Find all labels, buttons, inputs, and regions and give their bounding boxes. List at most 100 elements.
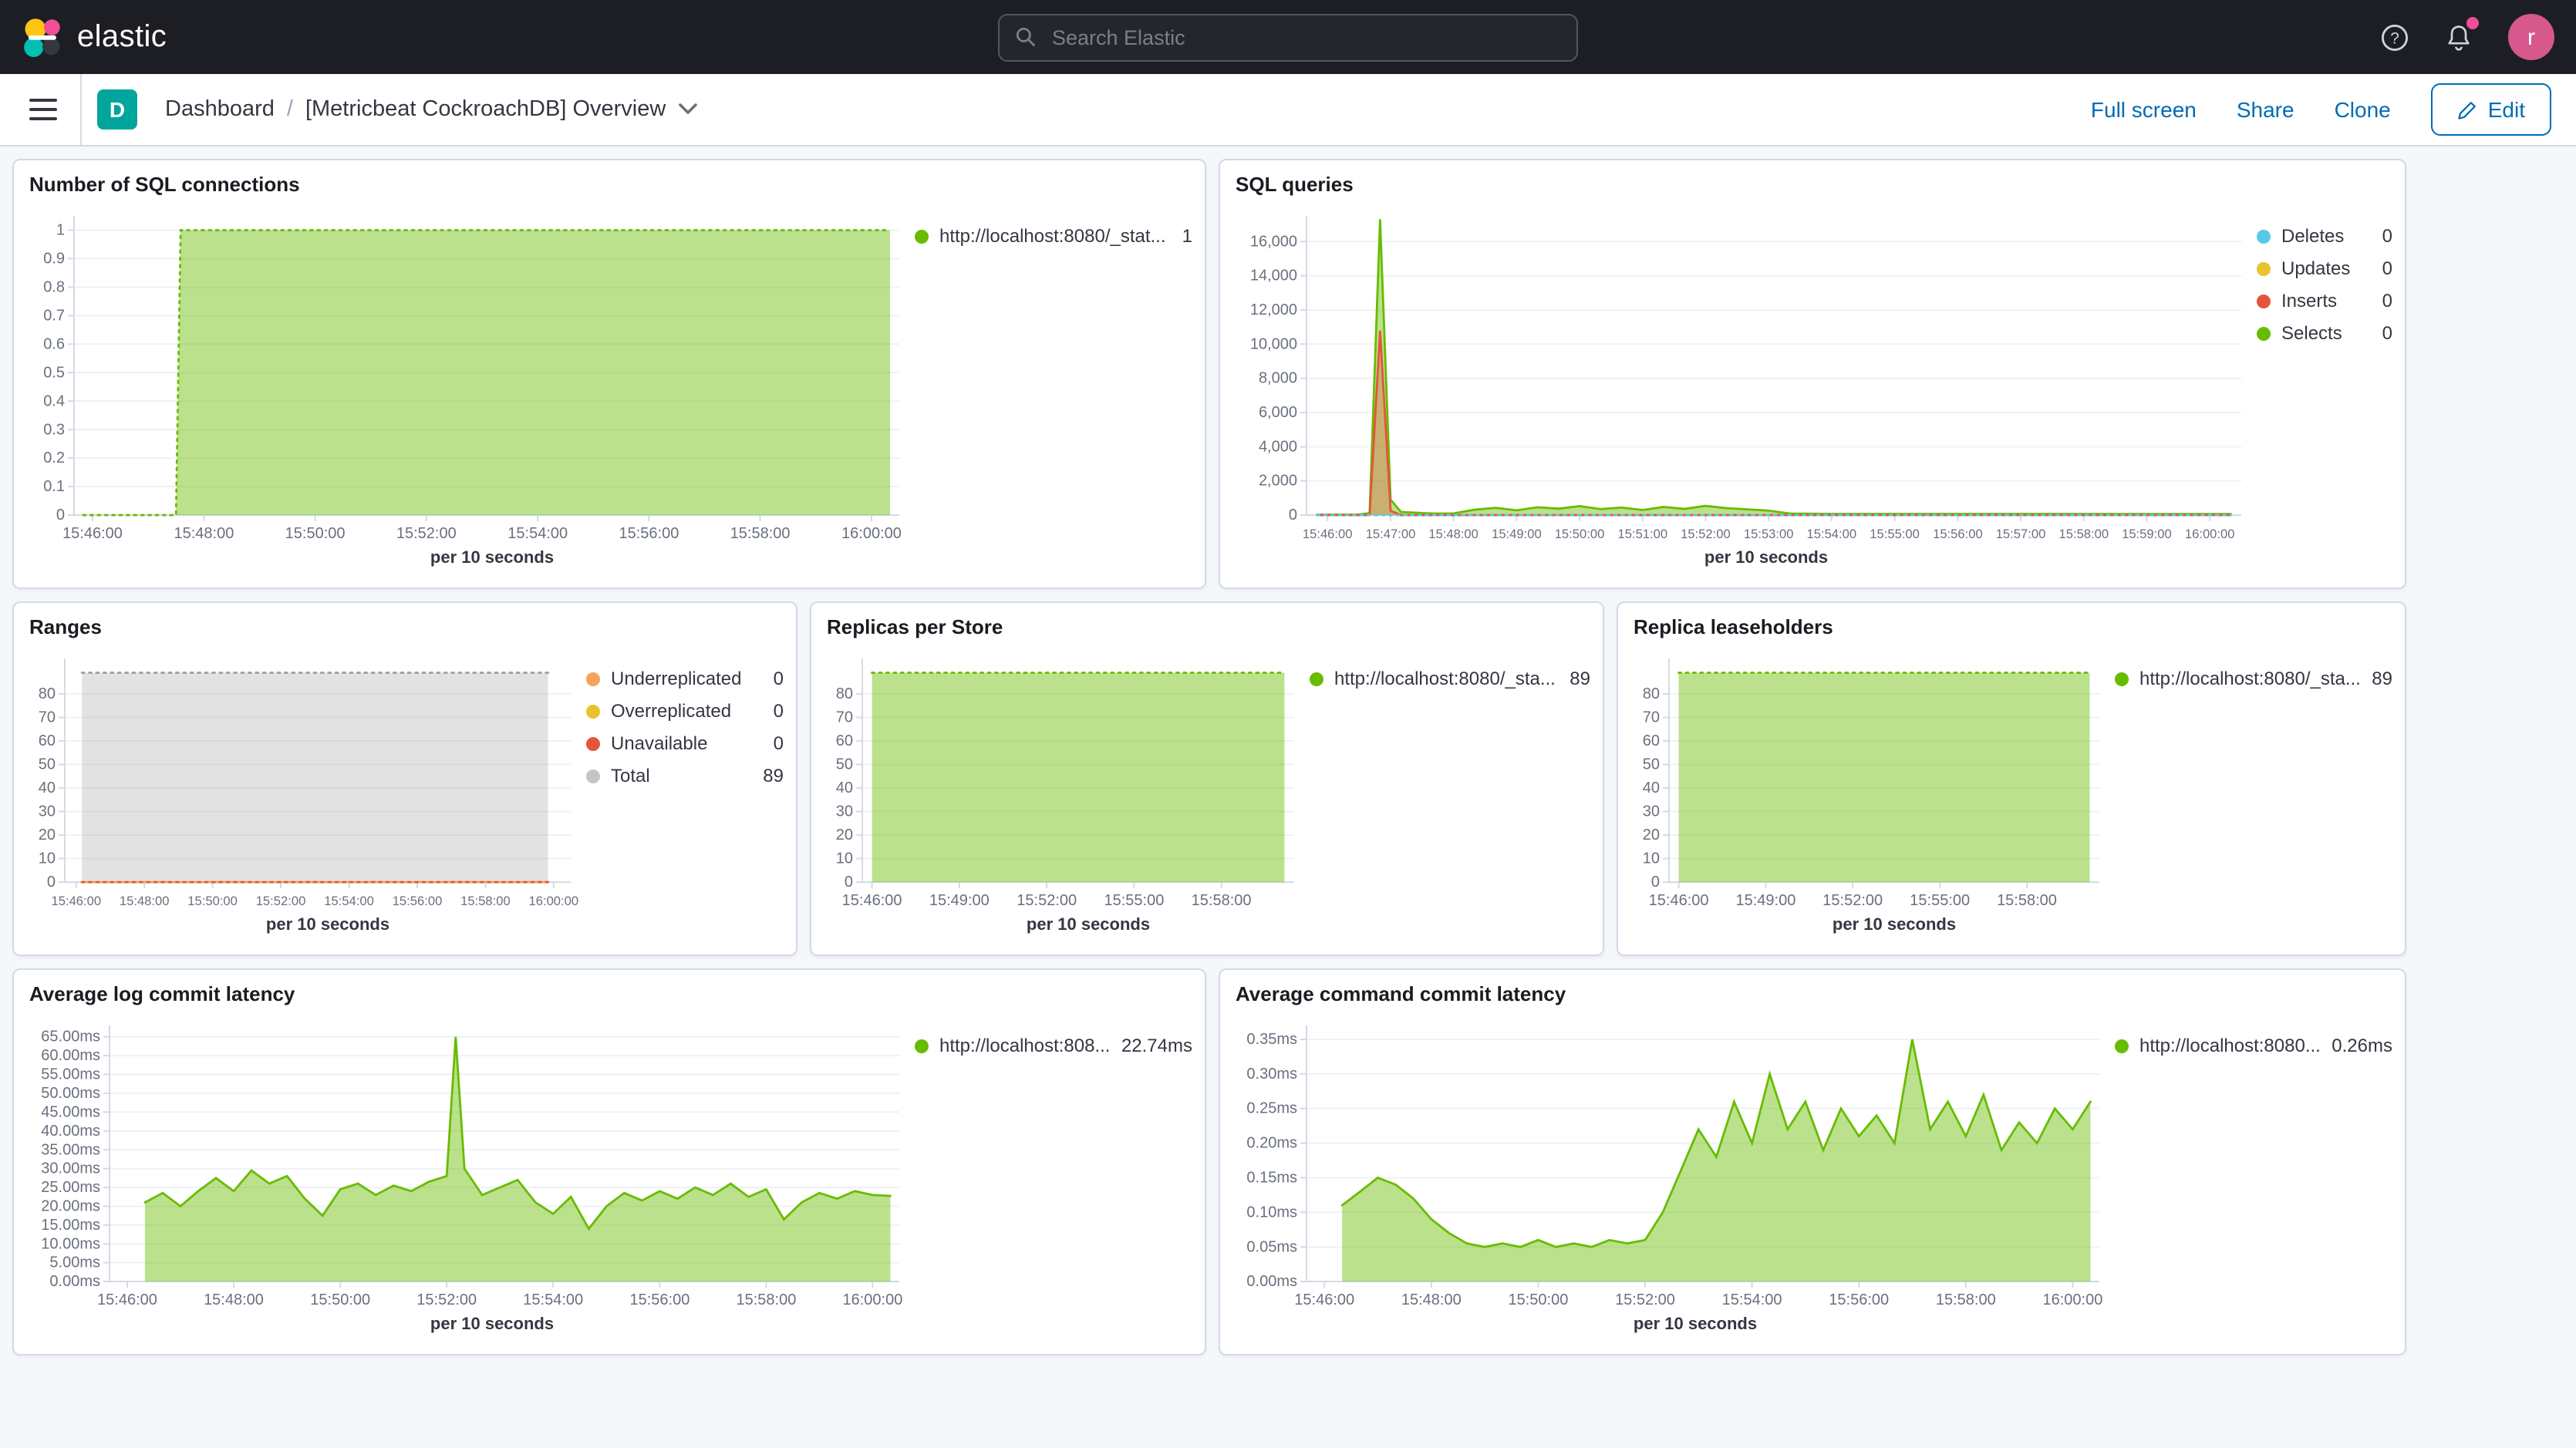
ranges-area-chart[interactable]: 0102030405060708015:46:0015:48:0015:50:0…: [29, 646, 586, 916]
legend-item[interactable]: Inserts0: [2257, 287, 2392, 315]
svg-text:20: 20: [39, 827, 56, 844]
legend-item[interactable]: Updates0: [2257, 254, 2392, 282]
svg-text:0.30ms: 0.30ms: [1246, 1066, 1297, 1083]
svg-text:15:52:00: 15:52:00: [256, 894, 306, 908]
legend-item[interactable]: Total89: [586, 762, 784, 790]
sql-connections-area-chart[interactable]: 00.10.20.30.40.50.60.70.80.9115:46:0015:…: [29, 204, 915, 549]
chart-legend: http://localhost:8080/_sta...89: [1310, 646, 1590, 942]
global-search[interactable]: [998, 13, 1578, 61]
svg-text:1: 1: [56, 221, 65, 238]
page-title[interactable]: [Metricbeat CockroachDB] Overview: [305, 97, 666, 122]
panel-title[interactable]: Replicas per Store: [827, 615, 1590, 646]
svg-text:16:00:00: 16:00:00: [842, 1291, 902, 1308]
global-header: elastic ? r: [0, 0, 2576, 74]
search-input[interactable]: [1049, 24, 1561, 50]
main-menu-button[interactable]: [15, 74, 82, 145]
panel-title[interactable]: Average command commit latency: [1236, 982, 2392, 1013]
svg-text:15:47:00: 15:47:00: [1366, 527, 1416, 541]
svg-text:0: 0: [1289, 507, 1297, 524]
legend-item[interactable]: http://localhost:8080/_stat...1: [915, 222, 1192, 250]
x-axis-label: per 10 seconds: [1236, 1315, 2115, 1342]
svg-text:15:46:00: 15:46:00: [52, 894, 102, 908]
svg-text:15:56:00: 15:56:00: [619, 525, 679, 542]
replicas-per-store-area-chart[interactable]: 0102030405060708015:46:0015:49:0015:52:0…: [827, 646, 1310, 916]
legend-value: 89: [1570, 668, 1590, 689]
x-axis-label: per 10 seconds: [29, 1315, 915, 1342]
svg-text:40: 40: [1643, 780, 1660, 796]
svg-text:15:54:00: 15:54:00: [1807, 527, 1857, 541]
elastic-brand[interactable]: elastic: [22, 16, 167, 58]
sql-queries-area-chart[interactable]: 02,0004,0006,0008,00010,00012,00014,0001…: [1236, 204, 2257, 549]
legend-item[interactable]: Selects0: [2257, 319, 2392, 347]
svg-text:15:48:00: 15:48:00: [1401, 1291, 1462, 1308]
svg-text:15:46:00: 15:46:00: [842, 892, 902, 909]
svg-text:60: 60: [39, 732, 56, 749]
legend-item[interactable]: Underreplicated0: [586, 665, 784, 692]
svg-text:12,000: 12,000: [1250, 301, 1297, 318]
svg-text:55.00ms: 55.00ms: [41, 1066, 100, 1083]
legend-label: Selects: [2281, 322, 2372, 344]
svg-text:15:54:00: 15:54:00: [1722, 1291, 1782, 1308]
svg-text:?: ?: [2389, 29, 2399, 47]
panel-average-log-commit-latency: Average log commit latency 0.00ms5.00ms1…: [12, 968, 1206, 1355]
log-commit-latency-area-chart[interactable]: 0.00ms5.00ms10.00ms15.00ms20.00ms25.00ms…: [29, 1013, 915, 1315]
legend-item[interactable]: http://localhost:808...22.74ms: [915, 1032, 1192, 1059]
help-icon: ?: [2379, 22, 2409, 52]
svg-text:15:57:00: 15:57:00: [1996, 527, 2046, 541]
series-color-dot: [2115, 672, 2129, 685]
chart-legend: Underreplicated0 Overreplicated0 Unavailab…: [586, 646, 784, 942]
svg-text:15:52:00: 15:52:00: [1681, 527, 1731, 541]
help-button[interactable]: ?: [2379, 22, 2409, 52]
svg-text:15:56:00: 15:56:00: [629, 1291, 690, 1308]
series-color-dot: [586, 704, 600, 718]
panel-replicas-per-store: Replicas per Store 0102030405060708015:4…: [810, 601, 1604, 956]
chevron-down-icon[interactable]: [678, 103, 696, 116]
app-navbar: D Dashboard / [Metricbeat CockroachDB] O…: [0, 74, 2576, 146]
legend-item[interactable]: Overreplicated0: [586, 697, 784, 725]
edit-button[interactable]: Edit: [2431, 83, 2551, 136]
chart-legend: http://localhost:8080/_stat...1: [915, 204, 1192, 575]
notifications-button[interactable]: [2443, 22, 2474, 52]
legend-item[interactable]: http://localhost:8080/_sta...89: [1310, 665, 1590, 692]
notification-dot: [2466, 17, 2479, 29]
replica-leaseholders-area-chart[interactable]: 0102030405060708015:46:0015:49:0015:52:0…: [1634, 646, 2115, 916]
svg-text:15:58:00: 15:58:00: [730, 525, 791, 542]
svg-text:30.00ms: 30.00ms: [41, 1160, 100, 1177]
panel-title[interactable]: Number of SQL connections: [29, 173, 1192, 204]
svg-text:0.1: 0.1: [43, 478, 65, 495]
svg-text:70: 70: [836, 709, 853, 726]
kibana-app: elastic ? r: [0, 0, 2576, 1448]
svg-text:50: 50: [1643, 756, 1660, 773]
panel-title[interactable]: Ranges: [29, 615, 784, 646]
svg-text:50: 50: [39, 756, 56, 773]
svg-text:5.00ms: 5.00ms: [49, 1254, 100, 1271]
user-avatar[interactable]: r: [2508, 14, 2554, 60]
panel-title[interactable]: Replica leaseholders: [1634, 615, 2392, 646]
svg-text:60: 60: [1643, 732, 1660, 749]
svg-text:40: 40: [39, 780, 56, 796]
legend-item[interactable]: http://localhost:8080...0.26ms: [2115, 1032, 2392, 1059]
svg-text:20: 20: [836, 827, 853, 844]
svg-text:70: 70: [1643, 709, 1660, 726]
panel-title[interactable]: Average log commit latency: [29, 982, 1192, 1013]
command-commit-latency-area-chart[interactable]: 0.00ms0.05ms0.10ms0.15ms0.20ms0.25ms0.30…: [1236, 1013, 2115, 1315]
dashboard-app-badge[interactable]: D: [97, 89, 137, 130]
svg-text:15:55:00: 15:55:00: [1870, 527, 1920, 541]
legend-item[interactable]: Deletes0: [2257, 222, 2392, 250]
svg-text:15:55:00: 15:55:00: [1104, 892, 1164, 909]
legend-item[interactable]: http://localhost:8080/_sta...89: [2115, 665, 2392, 692]
svg-text:0.05ms: 0.05ms: [1246, 1238, 1297, 1255]
svg-text:15:52:00: 15:52:00: [396, 525, 457, 542]
clone-link[interactable]: Clone: [2335, 97, 2391, 122]
full-screen-link[interactable]: Full screen: [2091, 97, 2197, 122]
svg-text:15:48:00: 15:48:00: [174, 525, 234, 542]
share-link[interactable]: Share: [2237, 97, 2294, 122]
breadcrumb-dashboard[interactable]: Dashboard: [165, 97, 275, 122]
legend-value: 0.26ms: [2332, 1035, 2392, 1056]
panel-number-of-sql-connections: Number of SQL connections 00.10.20.30.40…: [12, 159, 1206, 589]
x-axis-label: per 10 seconds: [1236, 549, 2257, 575]
svg-text:20: 20: [1643, 827, 1660, 844]
legend-item[interactable]: Unavailable0: [586, 729, 784, 757]
legend-label: http://localhost:808...: [939, 1035, 1111, 1056]
panel-title[interactable]: SQL queries: [1236, 173, 2392, 204]
